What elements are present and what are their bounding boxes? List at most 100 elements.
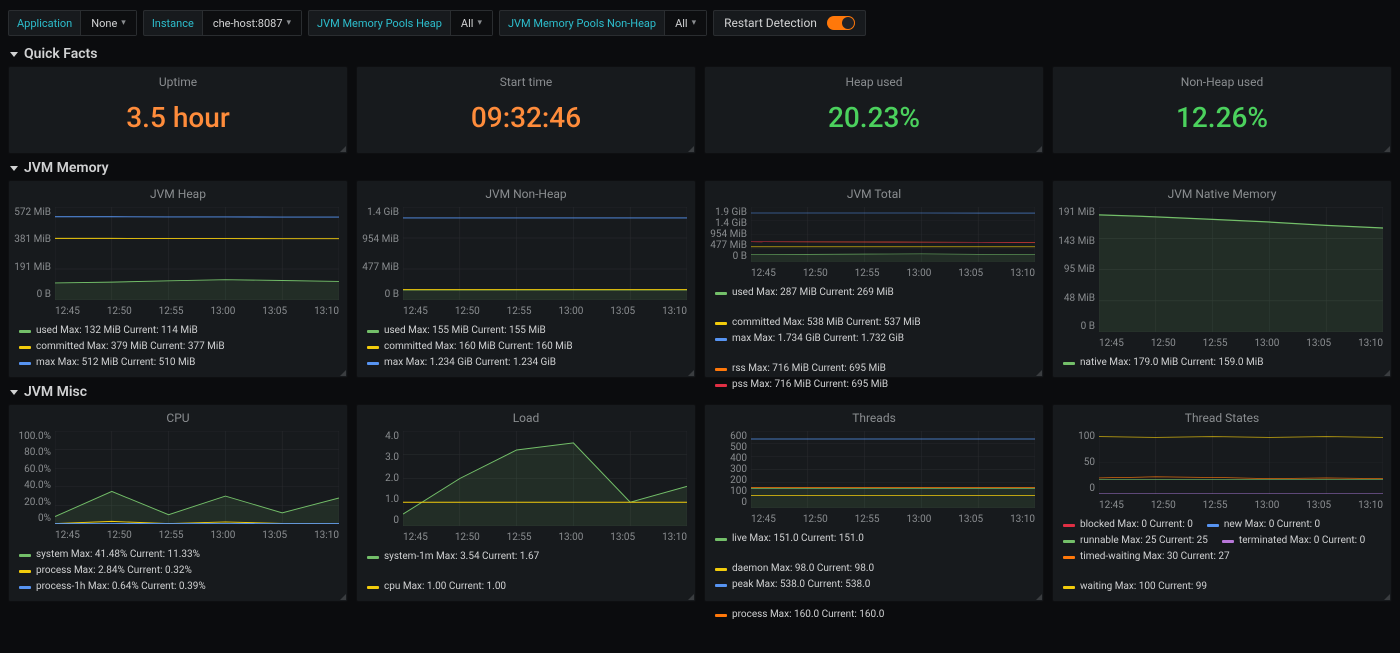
legend-swatch-icon: [367, 586, 379, 589]
panel-cpu[interactable]: CPU100.0%80.0%60.0%40.0%20.0%0%12:4512:5…: [8, 404, 348, 602]
plot-area[interactable]: [55, 431, 339, 524]
plot-area[interactable]: [1099, 207, 1383, 332]
row-header-quick-facts[interactable]: Quick Facts: [10, 46, 1392, 62]
panel-start-time[interactable]: Start time 09:32:46: [356, 66, 696, 154]
legend-item[interactable]: waiting Max: 100 Current: 99: [1063, 579, 1207, 595]
legend-item[interactable]: used Max: 132 MiB Current: 114 MiB: [19, 323, 198, 339]
row-header-jvm-misc[interactable]: JVM Misc: [10, 384, 1392, 400]
row-jvm-memory: JVM Heap572 MiB381 MiB191 MiB0 B12:4512:…: [8, 180, 1392, 378]
panel-heap-used[interactable]: Heap used 20.23%: [704, 66, 1044, 154]
legend-item[interactable]: native Max: 179.0 MiB Current: 159.0 MiB: [1063, 355, 1263, 371]
plot-area[interactable]: [1099, 431, 1383, 494]
legend-item[interactable]: used Max: 155 MiB Current: 155 MiB: [367, 323, 546, 339]
legend-swatch-icon: [715, 292, 727, 295]
panel-nonheap-used[interactable]: Non-Heap used 12.26%: [1052, 66, 1392, 154]
legend-item[interactable]: live Max: 151.0 Current: 151.0: [715, 531, 864, 547]
chevron-down-icon: [10, 52, 18, 57]
panel-jvm_total[interactable]: JVM Total1.9 GiB1.4 GiB954 MiB477 MiB0 B…: [704, 180, 1044, 378]
panel-title: Load: [357, 405, 695, 427]
legend-swatch-icon: [1063, 524, 1075, 527]
resize-handle-icon[interactable]: [1036, 370, 1042, 376]
restart-detection-toggle[interactable]: Restart Detection: [713, 10, 866, 36]
panel-threads[interactable]: Threads600500400300200100012:4512:5012:5…: [704, 404, 1044, 602]
panel-uptime[interactable]: Uptime 3.5 hour: [8, 66, 348, 154]
legend-item[interactable]: system-1m Max: 3.54 Current: 1.67: [367, 549, 539, 565]
legend-item[interactable]: peak Max: 538.0 Current: 538.0: [715, 577, 870, 593]
stat-label: Heap used: [845, 75, 902, 89]
plot-area[interactable]: [403, 207, 687, 300]
legend-item[interactable]: rss Max: 716 MiB Current: 695 MiB: [715, 361, 886, 377]
resize-handle-icon[interactable]: [688, 146, 694, 152]
plot-area[interactable]: [751, 207, 1035, 262]
var-heap-pools[interactable]: JVM Memory Pools Heap All: [308, 10, 493, 36]
resize-handle-icon[interactable]: [340, 594, 346, 600]
legend-swatch-icon: [715, 384, 727, 387]
legend-item[interactable]: committed Max: 379 MiB Current: 377 MiB: [19, 339, 225, 355]
plot-area[interactable]: [751, 431, 1035, 508]
legend-item[interactable]: pss Max: 716 MiB Current: 695 MiB: [715, 377, 888, 393]
legend-text: terminated Max: 0 Current: 0: [1239, 533, 1365, 549]
legend-item[interactable]: new Max: 0 Current: 0: [1207, 517, 1320, 533]
resize-handle-icon[interactable]: [1384, 594, 1390, 600]
legend-item[interactable]: daemon Max: 98.0 Current: 98.0: [715, 561, 874, 577]
legend-item[interactable]: runnable Max: 25 Current: 25: [1063, 533, 1208, 549]
legend-item[interactable]: process Max: 2.84% Current: 0.32%: [19, 563, 192, 579]
legend-item[interactable]: used Max: 287 MiB Current: 269 MiB: [715, 285, 894, 301]
legend-item[interactable]: system Max: 41.48% Current: 11.33%: [19, 547, 200, 563]
stat-label: Start time: [500, 75, 553, 89]
legend-swatch-icon: [715, 584, 727, 587]
row-header-jvm-memory[interactable]: JVM Memory: [10, 160, 1392, 176]
plot-area[interactable]: [403, 431, 687, 526]
legend-item[interactable]: timed-waiting Max: 30 Current: 27: [1063, 549, 1230, 565]
legend-swatch-icon: [715, 568, 727, 571]
legend-swatch-icon: [1207, 524, 1219, 527]
plot-area[interactable]: [55, 207, 339, 300]
legend-text: used Max: 132 MiB Current: 114 MiB: [36, 323, 198, 339]
legend-item[interactable]: process Max: 160.0 Current: 160.0: [715, 607, 884, 623]
resize-handle-icon[interactable]: [688, 594, 694, 600]
var-application[interactable]: Application None: [8, 10, 137, 36]
row-title: JVM Misc: [24, 384, 87, 400]
row-title: JVM Memory: [24, 160, 109, 176]
stat-value: 09:32:46: [471, 101, 581, 134]
panel-load[interactable]: Load4.03.02.01.0012:4512:5012:5513:0013:…: [356, 404, 696, 602]
resize-handle-icon[interactable]: [340, 370, 346, 376]
legend-text: system Max: 41.48% Current: 11.33%: [36, 547, 200, 563]
legend-item[interactable]: blocked Max: 0 Current: 0: [1063, 517, 1193, 533]
toggle-switch-icon[interactable]: [827, 16, 855, 30]
legend: used Max: 287 MiB Current: 269 MiB commit…: [705, 281, 1043, 399]
resize-handle-icon[interactable]: [1384, 146, 1390, 152]
legend-text: cpu Max: 1.00 Current: 1.00: [384, 579, 506, 595]
legend-text: daemon Max: 98.0 Current: 98.0: [732, 561, 874, 577]
x-axis: 12:4512:5012:5513:0013:0513:10: [9, 528, 347, 543]
legend-item[interactable]: committed Max: 538 MiB Current: 537 MiB: [715, 315, 921, 331]
var-nonheap-pools-value[interactable]: All: [664, 11, 706, 35]
resize-handle-icon[interactable]: [1036, 146, 1042, 152]
legend-text: process Max: 2.84% Current: 0.32%: [36, 563, 192, 579]
legend-text: waiting Max: 100 Current: 99: [1080, 579, 1207, 595]
legend-swatch-icon: [367, 330, 379, 333]
legend-item[interactable]: max Max: 1.734 GiB Current: 1.732 GiB: [715, 331, 904, 347]
var-nonheap-pools[interactable]: JVM Memory Pools Non-Heap All: [499, 10, 707, 36]
resize-handle-icon[interactable]: [1036, 594, 1042, 600]
resize-handle-icon[interactable]: [1384, 370, 1390, 376]
legend-item[interactable]: cpu Max: 1.00 Current: 1.00: [367, 579, 506, 595]
panel-jvm_nonheap[interactable]: JVM Non-Heap1.4 GiB954 MiB477 MiB0 B12:4…: [356, 180, 696, 378]
panel-jvm_native[interactable]: JVM Native Memory191 MiB143 MiB95 MiB48 …: [1052, 180, 1392, 378]
legend: blocked Max: 0 Current: 0 new Max: 0 Curr…: [1053, 513, 1391, 601]
row-jvm-misc: CPU100.0%80.0%60.0%40.0%20.0%0%12:4512:5…: [8, 404, 1392, 602]
var-application-value[interactable]: None: [80, 11, 136, 35]
var-instance-value[interactable]: che-host:8087: [202, 11, 301, 35]
legend-item[interactable]: committed Max: 160 MiB Current: 160 MiB: [367, 339, 573, 355]
legend-text: runnable Max: 25 Current: 25: [1080, 533, 1208, 549]
legend-item[interactable]: process-1h Max: 0.64% Current: 0.39%: [19, 579, 206, 595]
panel-jvm_heap[interactable]: JVM Heap572 MiB381 MiB191 MiB0 B12:4512:…: [8, 180, 348, 378]
panel-thread_states[interactable]: Thread States10050012:4512:5012:5513:001…: [1052, 404, 1392, 602]
var-instance[interactable]: Instance che-host:8087: [143, 10, 302, 36]
resize-handle-icon[interactable]: [688, 370, 694, 376]
legend-item[interactable]: terminated Max: 0 Current: 0: [1222, 533, 1365, 549]
resize-handle-icon[interactable]: [340, 146, 346, 152]
legend-item[interactable]: max Max: 1.234 GiB Current: 1.234 GiB: [367, 355, 556, 371]
legend-item[interactable]: max Max: 512 MiB Current: 510 MiB: [19, 355, 195, 371]
var-heap-pools-value[interactable]: All: [450, 11, 492, 35]
